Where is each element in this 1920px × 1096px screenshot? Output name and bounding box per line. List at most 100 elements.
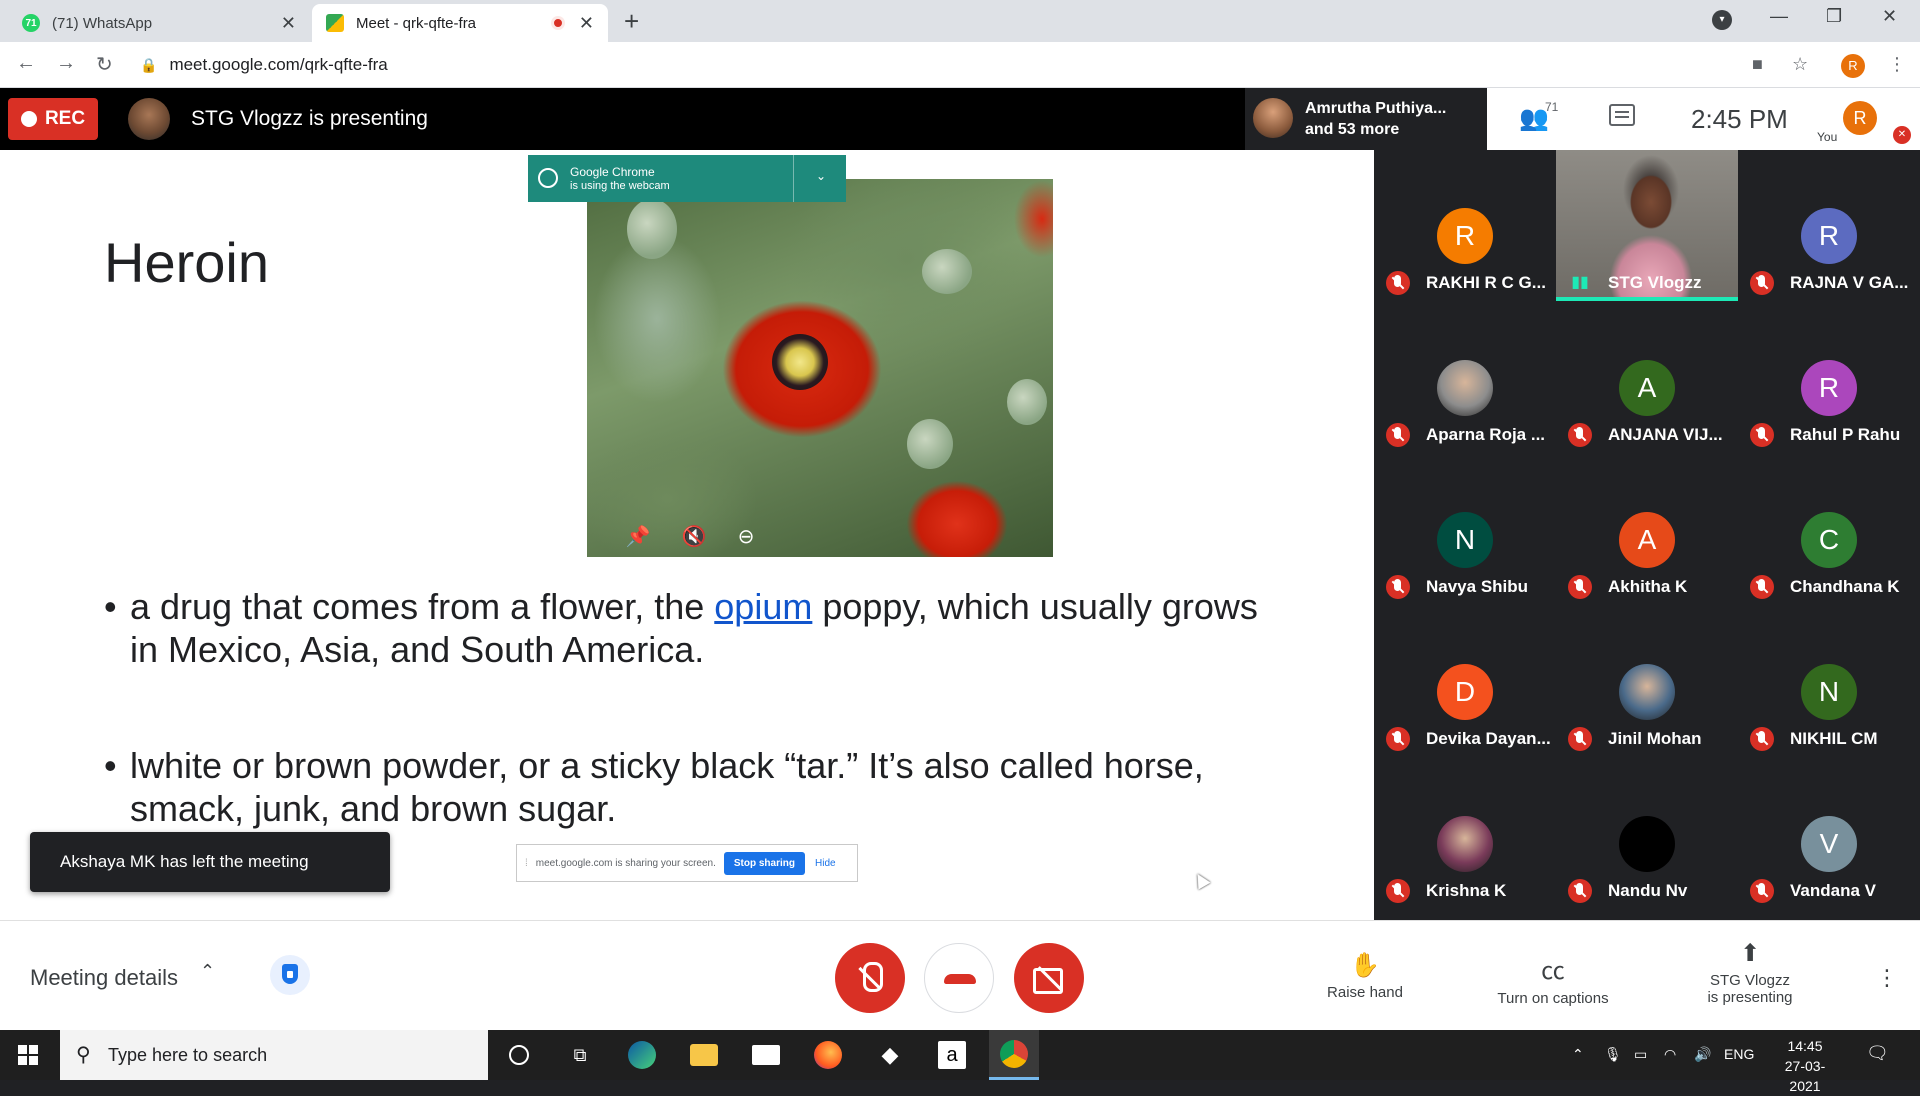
chat-icon[interactable] [1609,104,1635,126]
mute-speaker-icon[interactable]: 🔇 [682,524,707,549]
browser-menu-icon[interactable]: ⋮ [1888,54,1906,75]
meet-header: REC STG Vlogzz is presenting Amrutha Put… [0,88,1920,150]
host-controls-shield-icon[interactable] [270,955,310,995]
participant-name: Aparna Roja ... [1426,425,1546,444]
volume-icon[interactable]: 🔊 [1694,1046,1711,1063]
restore-icon[interactable]: ❐ [1826,6,1842,27]
participant-tile[interactable]: Jinil Mohan [1556,606,1738,757]
camera-icon[interactable]: ■ [1752,54,1763,75]
opium-link[interactable]: opium [714,586,812,627]
webcam-notice[interactable]: Google Chrome is using the webcam ⌄ [528,155,846,202]
microphone-icon[interactable]: 🎙 [1604,1046,1622,1063]
participant-tile[interactable]: R RAJNA V GA... [1738,150,1920,301]
mic-muted-icon [1568,879,1592,903]
participant-tile[interactable]: Nandu Nv [1556,758,1738,909]
show-hidden-icons[interactable]: ⌃ [1572,1046,1584,1063]
mic-muted-icon [1386,271,1410,295]
cortana-icon[interactable] [494,1030,544,1080]
participant-tile[interactable]: A Akhitha K [1556,454,1738,605]
poppy-pod [1007,379,1047,425]
mic-muted-icon [1568,423,1592,447]
featured-name: Amrutha Puthiya... [1305,100,1447,117]
presenting-button[interactable]: ⬆ STG Vlogzz is presenting [1670,939,1830,1006]
presentation-stage: Heroin 📌 🔇 ⊖ Google Chrome is using the … [0,150,1374,920]
people-count: 71 [1545,100,1559,114]
mic-muted-icon [1386,575,1410,599]
tab-meet[interactable]: Meet - qrk-qfte-fra ✕ [312,4,608,42]
firefox-icon[interactable] [803,1030,853,1080]
participant-tile[interactable]: R RAKHI R C G... [1374,150,1556,301]
participant-tile[interactable]: ▮▮ STG Vlogzz [1556,150,1738,301]
pin-icon[interactable]: 📌 [626,524,651,549]
captions-button[interactable]: ㏄ Turn on captions [1473,951,1633,1007]
minimize-icon[interactable]: — [1770,6,1788,27]
participant-tile[interactable]: C Chandhana K [1738,454,1920,605]
more-options-icon[interactable]: ⋮ [1876,965,1898,991]
participant-tile[interactable]: V Vandana V [1738,758,1920,909]
bullet-text: lwhite or brown powder, or a sticky blac… [130,745,1204,829]
battery-icon[interactable]: ▭ [1634,1046,1647,1063]
task-view-icon[interactable]: ⧉ [555,1030,605,1080]
presenting-status: STG Vlogzz is presenting [191,107,428,130]
remove-icon[interactable]: ⊖ [738,524,755,549]
notifications-icon[interactable]: 🗨 [1866,1043,1889,1064]
leave-call-button[interactable] [924,943,994,1013]
participant-avatar [1437,816,1493,872]
wifi-icon[interactable]: ◠ [1664,1046,1676,1063]
participant-avatar: R [1437,208,1493,264]
forward-icon[interactable]: → [56,52,76,75]
participant-tile[interactable]: R Rahul P Rahu [1738,302,1920,453]
raise-hand-button[interactable]: ✋ Raise hand [1285,951,1445,1001]
close-window-icon[interactable]: ✕ [1882,6,1897,27]
mic-muted-icon [1750,423,1774,447]
featured-participants[interactable]: Amrutha Puthiya... and 53 more [1245,88,1487,150]
bookmark-star-icon[interactable]: ☆ [1792,54,1808,75]
tab-search-icon[interactable]: ▾ [1712,10,1732,30]
amazon-icon[interactable]: a [927,1030,977,1080]
participant-tile[interactable]: D Devika Dayan... [1374,606,1556,757]
participant-tile[interactable]: N Navya Shibu [1374,454,1556,605]
meet-top-right: 👥 71 2:45 PM You R ✕ [1487,88,1920,150]
self-avatar[interactable]: R [1843,101,1877,135]
language-indicator[interactable]: ENG [1724,1046,1754,1062]
lock-icon[interactable]: 🔒 [140,57,157,74]
participant-tile[interactable]: A ANJANA VIJ... [1556,302,1738,453]
address-bar[interactable]: 🔒 meet.google.com/qrk-qfte-fra [140,48,1740,82]
share-bar-text: meet.google.com is sharing your screen. [535,857,716,869]
close-tab-icon[interactable]: ✕ [579,13,594,34]
drag-handle-icon[interactable]: ⁞ [525,858,528,869]
chrome-icon[interactable] [989,1030,1039,1080]
file-explorer-icon[interactable] [679,1030,729,1080]
new-tab-button[interactable]: + [624,8,639,34]
tab-whatsapp[interactable]: 71 (71) WhatsApp ✕ [8,4,310,42]
participant-name: RAKHI R C G... [1426,273,1546,292]
taskbar-search[interactable]: ⚲ Type here to search [60,1030,488,1080]
presenter-avatar [128,98,170,140]
participant-tile[interactable]: Aparna Roja ... [1374,302,1556,453]
participant-tile[interactable]: N NIKHIL CM [1738,606,1920,757]
stop-sharing-button[interactable]: Stop sharing [723,851,805,875]
taskbar-clock[interactable]: 14:45 27-03-2021 [1770,1036,1840,1096]
windows-start-icon[interactable] [18,1045,38,1065]
participant-name: Devika Dayan... [1426,729,1551,748]
reload-icon[interactable]: ↻ [96,52,113,77]
dropbox-icon[interactable]: ◆ [865,1030,915,1080]
hide-button[interactable]: Hide [815,858,836,869]
mic-muted-icon [1750,575,1774,599]
participant-name: Rahul P Rahu [1790,425,1901,444]
windows-taskbar: ⚲ Type here to search ⧉ ◆ a ⌃ 🎙 ▭ ◠ 🔊 EN… [0,1030,1920,1094]
edge-icon[interactable] [617,1030,667,1080]
mic-muted-icon [1386,727,1410,751]
participant-tile[interactable]: Krishna K [1374,758,1556,909]
participant-avatar: A [1619,360,1675,416]
back-icon[interactable]: ← [16,52,36,75]
close-tab-icon[interactable]: ✕ [281,13,296,34]
meeting-clock: 2:45 PM [1691,104,1788,134]
chevron-down-icon[interactable]: ⌄ [816,169,826,183]
profile-avatar[interactable]: R [1841,54,1865,78]
camera-off-button[interactable] [1014,943,1084,1013]
microphone-off-button[interactable] [835,943,905,1013]
chevron-up-icon[interactable]: ⌃ [200,961,215,982]
meeting-details-button[interactable]: Meeting details [30,965,178,991]
mail-icon[interactable] [741,1030,791,1080]
